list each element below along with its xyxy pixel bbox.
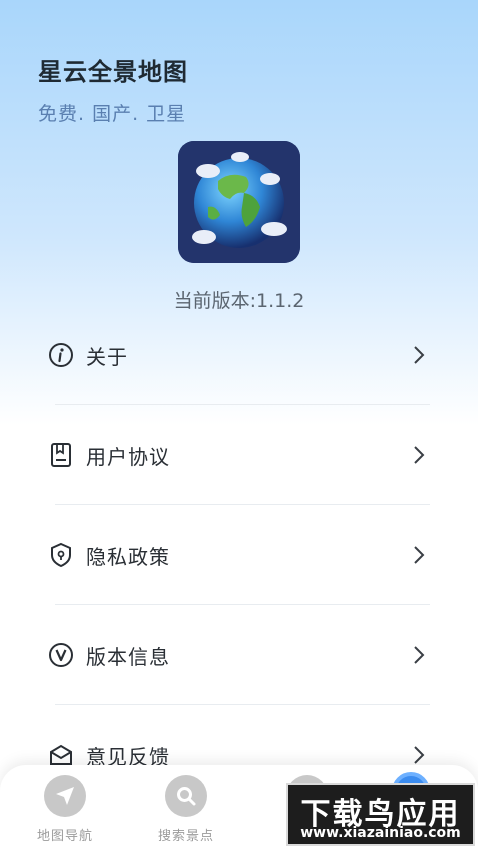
- nav-label-map-navigation: 地图导航: [36, 829, 93, 844]
- menu-label-version-info: 版本信息: [86, 644, 170, 669]
- chevron-right-icon: [412, 645, 426, 665]
- app-header: 星云全景地图 免费. 国产. 卫星: [38, 52, 188, 126]
- chevron-right-icon: [412, 545, 426, 565]
- info-icon: [48, 342, 74, 368]
- version-icon: [48, 642, 74, 668]
- menu-item-version-info[interactable]: 版本信息: [0, 605, 478, 705]
- search-icon: [165, 775, 207, 817]
- nav-label-search-spots: 搜索景点: [157, 829, 214, 844]
- menu-item-privacy[interactable]: 隐私政策: [0, 505, 478, 605]
- chevron-right-icon: [412, 345, 426, 365]
- menu-label-privacy: 隐私政策: [86, 544, 170, 569]
- app-title: 星云全景地图: [38, 58, 188, 86]
- navigation-arrow-icon: [44, 775, 86, 817]
- chevron-right-icon: [412, 745, 426, 765]
- menu-label-user-agreement: 用户协议: [86, 444, 170, 469]
- chevron-right-icon: [412, 445, 426, 465]
- nav-item-map-navigation[interactable]: 地图导航: [20, 775, 110, 844]
- shield-icon: [48, 542, 74, 568]
- document-icon: [48, 442, 74, 468]
- nav-item-search-spots[interactable]: 搜索景点: [141, 775, 231, 844]
- watermark-logo: 下载鸟应用 www.xiazainiao.com: [286, 783, 475, 846]
- app-logo: [178, 141, 300, 263]
- watermark-url: www.xiazainiao.com: [300, 825, 461, 841]
- menu-label-about: 关于: [86, 344, 128, 369]
- menu-item-user-agreement[interactable]: 用户协议: [0, 405, 478, 505]
- app-subtitle: 免费. 国产. 卫星: [38, 103, 187, 125]
- menu-item-about[interactable]: 关于: [0, 305, 478, 405]
- settings-menu: 关于 用户协议 隐私政策 版本信息 意见反馈: [0, 305, 478, 805]
